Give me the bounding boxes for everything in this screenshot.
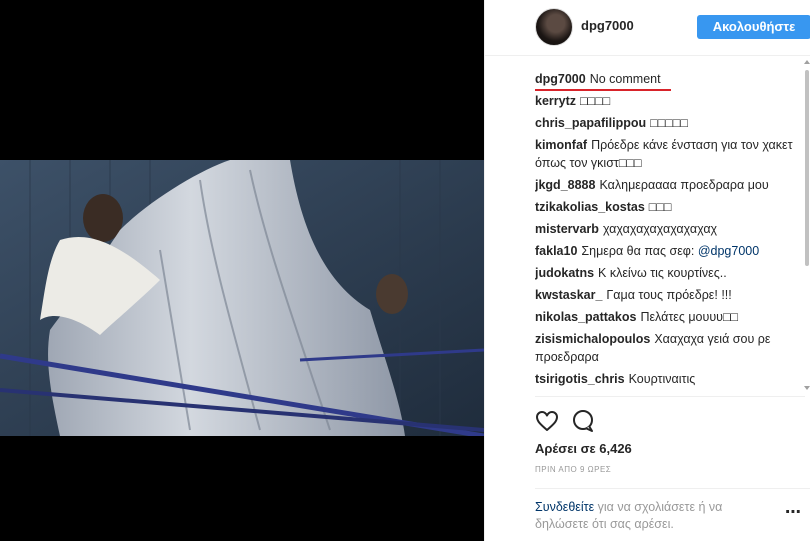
curtain-photo-illustration bbox=[0, 160, 484, 436]
action-icons bbox=[535, 409, 615, 435]
comment-list: dpg7000 No comment kerrytz □□□□ chris_papaf… bbox=[535, 70, 805, 388]
post-actions: Αρέσει σε 6,426 ΠΡΙΝ ΑΠΟ 9 ΩΡΕΣ bbox=[535, 396, 805, 474]
follow-button[interactable]: Ακολουθήστε bbox=[697, 15, 810, 39]
comment-username[interactable]: mistervarb bbox=[535, 222, 599, 236]
comment-username[interactable]: kerrytz bbox=[535, 94, 576, 108]
comment-text: □□□□ bbox=[580, 94, 611, 108]
post-media[interactable] bbox=[0, 0, 484, 541]
comment-username[interactable]: kwstaskar_ bbox=[535, 288, 602, 302]
comment-text: Πελάτες μουυυ□□ bbox=[640, 310, 739, 324]
comment-item: mistervarb χαχαχαχαχαχαχαχαχ bbox=[535, 220, 805, 238]
comment-username[interactable]: nikolas_pattakos bbox=[535, 310, 636, 324]
comment-text: □□□□□ bbox=[650, 116, 688, 130]
scrollbar-thumb[interactable] bbox=[805, 70, 809, 266]
comment-item: zisismichalopoulos Χααχαχα γειά σου ρε πρ… bbox=[535, 330, 805, 366]
caption-username[interactable]: dpg7000 bbox=[535, 72, 586, 86]
comment-item: kerrytz □□□□ bbox=[535, 92, 805, 110]
comment-item: jkgd_8888 Καλημεραααα προεδραρα μου bbox=[535, 176, 805, 194]
comment-item: kwstaskar_ Γαμα τους πρόεδρε! !!! bbox=[535, 286, 805, 304]
comment-username[interactable]: zisismichalopoulos bbox=[535, 332, 650, 346]
comment-text: Κουρτιναιτις bbox=[628, 372, 696, 386]
header-username[interactable]: dpg7000 bbox=[581, 18, 634, 33]
comment-mention[interactable]: @dpg7000 bbox=[698, 244, 759, 258]
comment-item: tsirigotis_chris Κουρτιναιτις bbox=[535, 370, 805, 388]
scroll-up-icon[interactable] bbox=[804, 60, 810, 64]
comment-username[interactable]: jkgd_8888 bbox=[535, 178, 595, 192]
likes-count[interactable]: Αρέσει σε 6,426 bbox=[535, 441, 632, 456]
avatar[interactable] bbox=[535, 8, 573, 46]
comment-text: Κ κλείνω τις κουρτίνες.. bbox=[598, 266, 727, 280]
comment-item: judokatns Κ κλείνω τις κουρτίνες.. bbox=[535, 264, 805, 282]
comment-username[interactable]: tzikakolias_kostas bbox=[535, 200, 645, 214]
comment-item: nikolas_pattakos Πελάτες μουυυ□□ bbox=[535, 308, 805, 326]
scroll-down-icon[interactable] bbox=[804, 386, 810, 390]
comment-item: tzikakolias_kostas □□□ bbox=[535, 198, 805, 216]
comment-username[interactable]: chris_papafilippou bbox=[535, 116, 646, 130]
comment-text: Σημερα θα πας σεφ: bbox=[581, 244, 695, 258]
comment-item: chris_papafilippou □□□□□ bbox=[535, 114, 805, 132]
comments-scrollbar[interactable] bbox=[803, 56, 810, 392]
comment-username[interactable]: kimonfaf bbox=[535, 138, 587, 152]
comment-username[interactable]: judokatns bbox=[535, 266, 594, 280]
post-photo bbox=[0, 160, 484, 436]
caption-text: No comment bbox=[589, 72, 661, 86]
caption-underline bbox=[535, 89, 671, 91]
login-prompt: Συνδεθείτε για να σχολιάσετε ή να δηλώσε… bbox=[535, 488, 810, 541]
post-timestamp: ΠΡΙΝ ΑΠΟ 9 ΩΡΕΣ bbox=[535, 465, 612, 474]
comment-username[interactable]: fakla10 bbox=[535, 244, 577, 258]
comment-text: Καλημεραααα προεδραρα μου bbox=[599, 178, 769, 192]
comment-text: χαχαχαχαχαχαχαχαχ bbox=[602, 222, 718, 236]
heart-icon[interactable] bbox=[535, 409, 561, 435]
comment-item: kimonfaf Πρόεδρε κάνε ένσταση για τον χακ… bbox=[535, 136, 805, 172]
comment-username[interactable]: tsirigotis_chris bbox=[535, 372, 625, 386]
caption: dpg7000 No comment bbox=[535, 70, 805, 91]
more-options-icon[interactable]: ⋯ bbox=[785, 505, 801, 521]
comment-text: Γαμα τους πρόεδρε! !!! bbox=[606, 288, 732, 302]
post-header: dpg7000 Ακολουθήστε bbox=[485, 0, 810, 56]
comment-bubble-icon[interactable] bbox=[571, 409, 597, 435]
post-sidebar: dpg7000 Ακολουθήστε dpg7000 No comment ke… bbox=[484, 0, 810, 541]
comment-item: fakla10 Σημερα θα πας σεφ: @dpg7000 bbox=[535, 242, 805, 260]
comment-text: □□□ bbox=[648, 200, 672, 214]
login-text-block: Συνδεθείτε για να σχολιάσετε ή να δηλώσε… bbox=[535, 499, 745, 533]
login-link[interactable]: Συνδεθείτε bbox=[535, 500, 594, 514]
